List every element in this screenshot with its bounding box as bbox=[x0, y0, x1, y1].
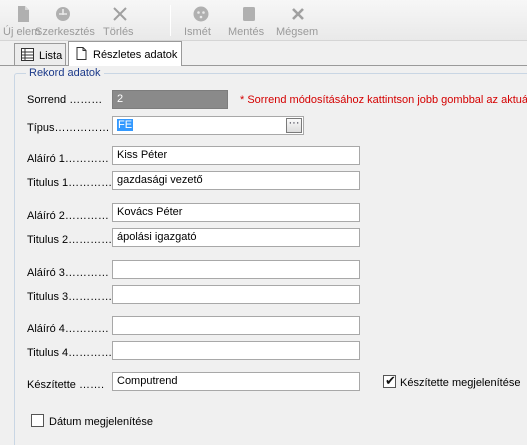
new-item-icon bbox=[18, 6, 29, 22]
check-mark-icon: ✔ bbox=[385, 373, 396, 388]
cancel-button[interactable]: Mégsem bbox=[276, 5, 320, 39]
repeat-button[interactable]: Ismét bbox=[184, 5, 218, 39]
alairo-3-field[interactable] bbox=[112, 260, 360, 279]
titulus-2-field[interactable]: ápolási igazgató bbox=[112, 228, 360, 247]
titulus-4-field[interactable] bbox=[112, 341, 360, 360]
tipus-browse-button[interactable]: ··· bbox=[286, 118, 302, 133]
alairo-2-label: Aláíró 2………… bbox=[27, 210, 109, 222]
alairo-4-label: Aláíró 4………… bbox=[27, 323, 109, 335]
save-button[interactable]: Mentés bbox=[228, 5, 270, 39]
cancel-icon bbox=[292, 8, 304, 20]
titulus-3-field[interactable] bbox=[112, 285, 360, 304]
delete-button[interactable]: Törlés bbox=[103, 5, 137, 39]
alairo-1-label: Aláíró 1………… bbox=[27, 153, 109, 165]
titulus-1-label: Titulus 1………… bbox=[27, 177, 113, 189]
tipus-label: Típus…………… bbox=[27, 122, 110, 134]
list-icon bbox=[21, 48, 34, 61]
tab-reszletes-adatok[interactable]: Részletes adatok bbox=[68, 41, 182, 66]
alairo-2-field[interactable]: Kovács Péter bbox=[112, 203, 360, 222]
repeat-icon bbox=[193, 6, 209, 22]
titulus-1-field[interactable]: gazdasági vezető bbox=[112, 171, 360, 190]
titulus-3-label: Titulus 3………… bbox=[27, 291, 113, 303]
tab-lista[interactable]: Lista bbox=[14, 43, 66, 65]
titulus-4-label: Titulus 4………… bbox=[27, 347, 113, 359]
keszitette-show-label: Készítette megjelenítése bbox=[400, 377, 521, 389]
tipus-value: FE bbox=[117, 119, 134, 131]
tab-strip: Lista Részletes adatok bbox=[0, 41, 527, 66]
alairo-4-field[interactable] bbox=[112, 316, 360, 335]
alairo-3-label: Aláíró 3………… bbox=[27, 267, 109, 279]
toolbar-separator bbox=[170, 5, 171, 36]
keszitette-show-checkbox[interactable]: ✔ bbox=[383, 373, 396, 388]
titulus-2-label: Titulus 2………… bbox=[27, 234, 113, 246]
edit-button[interactable]: Szerkesztés bbox=[35, 5, 95, 39]
sorrend-note: * Sorrend módosításához kattintson jobb … bbox=[240, 94, 527, 106]
save-icon bbox=[243, 7, 255, 21]
alairo-1-field[interactable]: Kiss Péter bbox=[112, 146, 360, 165]
toolbar: Új elem Szerkesztés Törlés Ismét Mentés … bbox=[0, 0, 527, 41]
delete-icon bbox=[113, 7, 127, 21]
tipus-field[interactable]: FE ··· bbox=[112, 116, 304, 135]
datum-show-checkbox[interactable] bbox=[31, 414, 44, 427]
group-title: Rekord adatok bbox=[26, 67, 104, 79]
edit-icon bbox=[56, 7, 70, 21]
document-icon bbox=[76, 47, 87, 60]
keszitette-label: Készítette ……. bbox=[27, 379, 105, 391]
datum-show-label: Dátum megjelenítése bbox=[49, 416, 153, 428]
sorrend-field: 2 bbox=[112, 90, 228, 109]
sorrend-label: Sorrend ……… bbox=[27, 94, 103, 106]
keszitette-field[interactable]: Computrend bbox=[112, 372, 360, 391]
